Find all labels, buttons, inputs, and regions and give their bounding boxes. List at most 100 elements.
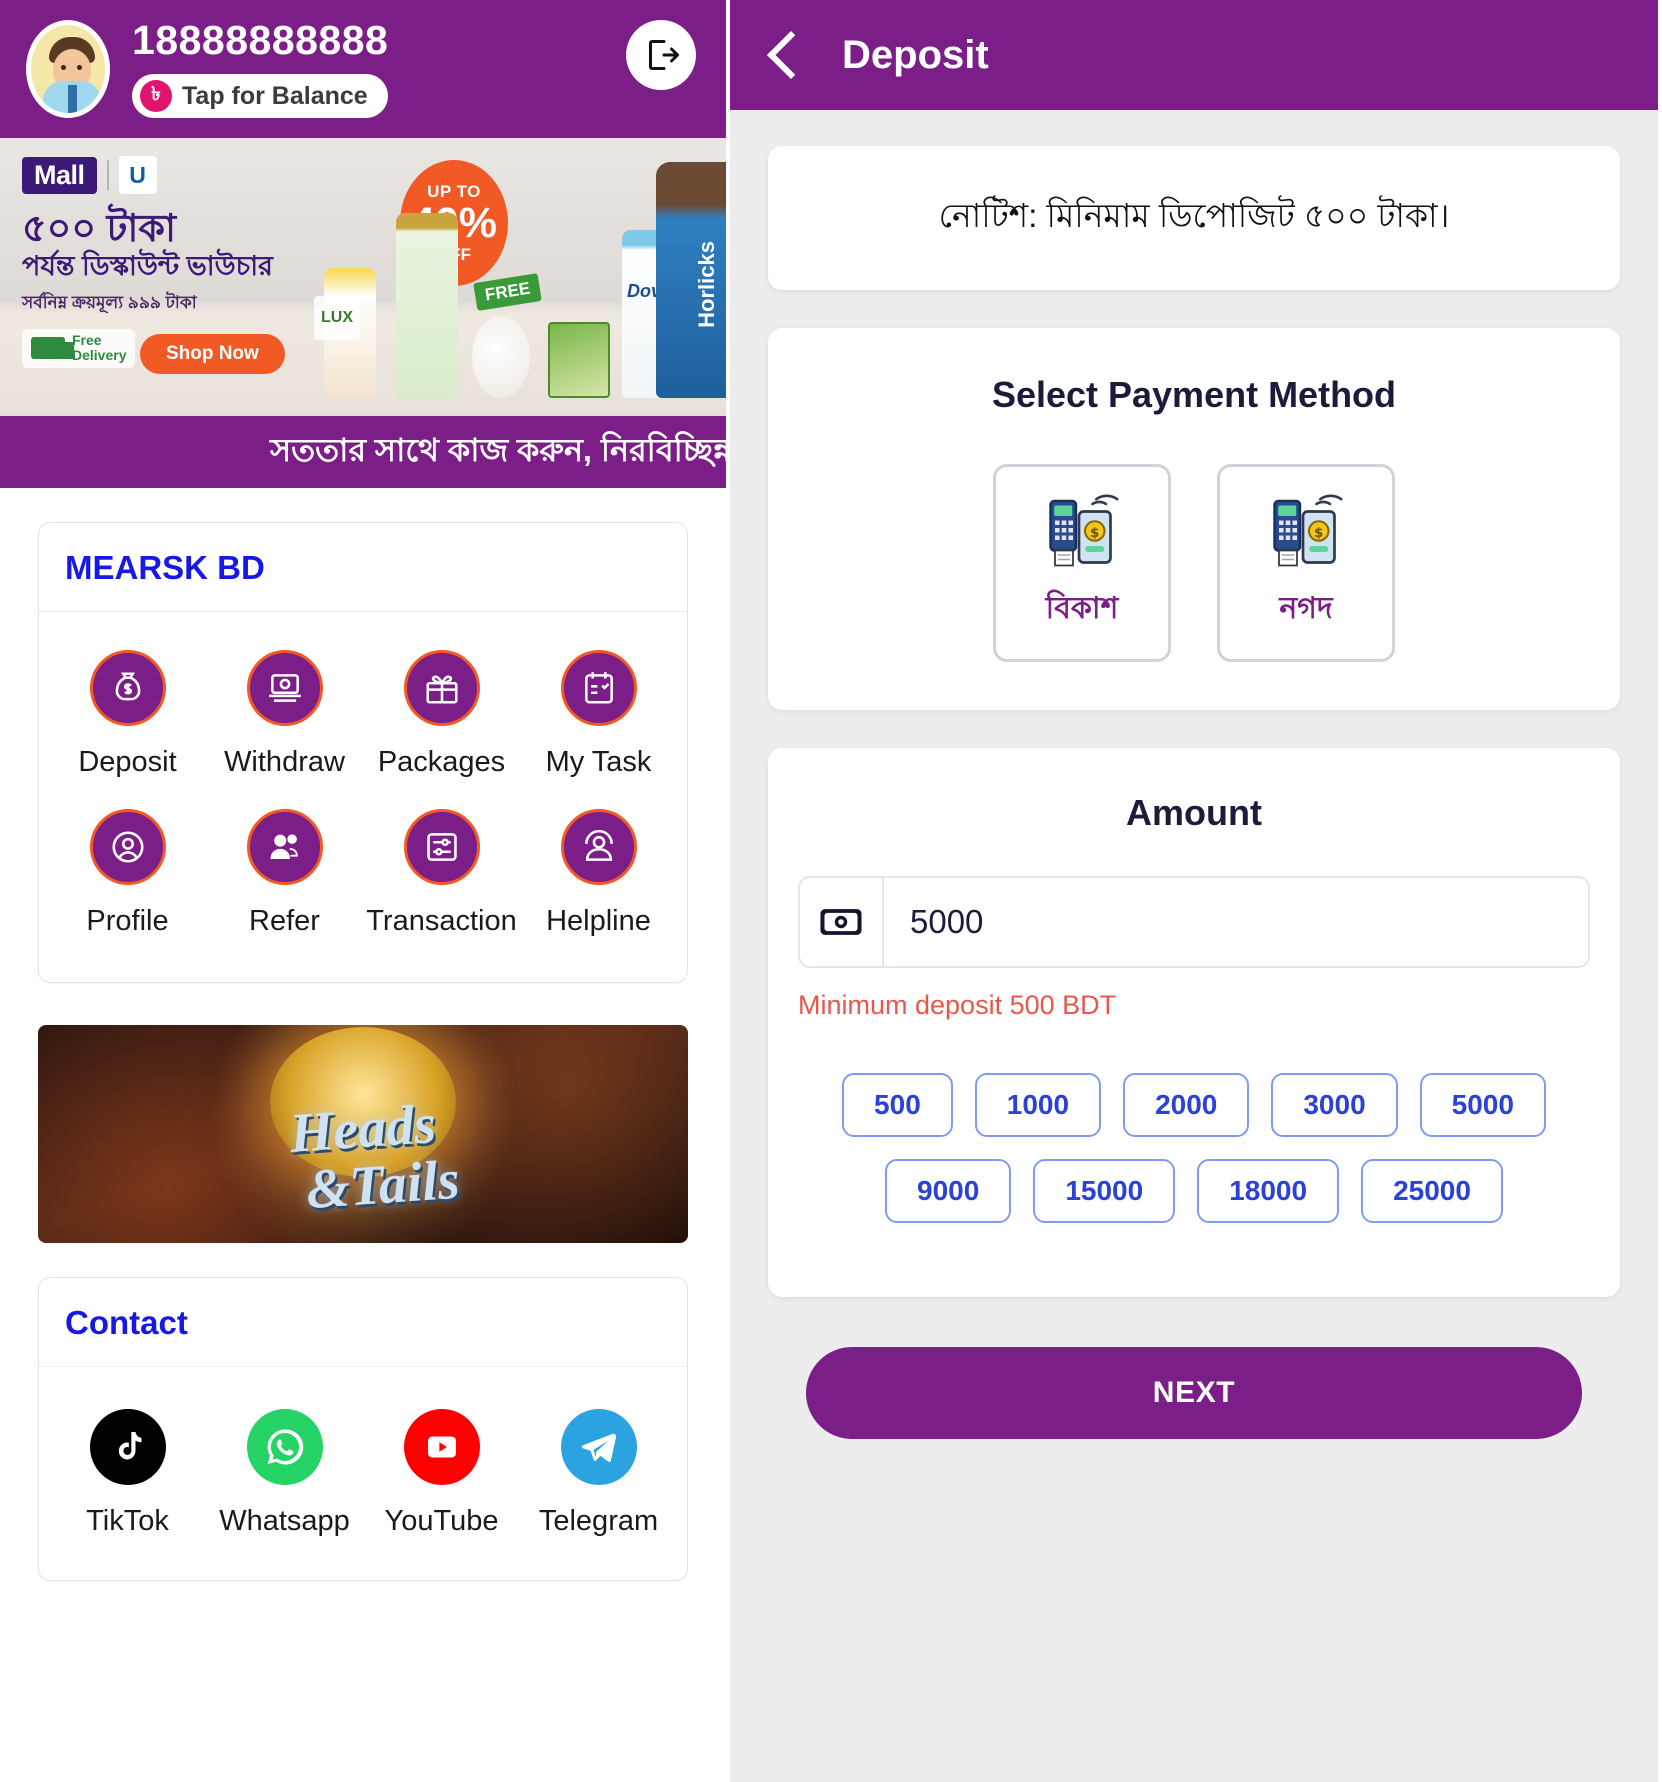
- quick-amount-3000[interactable]: 3000: [1271, 1073, 1398, 1137]
- menu-item-my-task[interactable]: My Task: [520, 638, 677, 797]
- menu-item-label: Refer: [249, 905, 320, 937]
- lux-label: LUX: [314, 296, 360, 340]
- contact-item-label: YouTube: [384, 1505, 499, 1537]
- page-title: Deposit: [842, 32, 989, 77]
- menu-item-refer[interactable]: Refer: [206, 797, 363, 956]
- payment-option-label: নগদ: [1279, 591, 1333, 625]
- user-circle-icon: [89, 809, 166, 885]
- amount-card: Amount Minimum deposit 500 BDT: [768, 748, 1620, 1297]
- banknote-icon: [800, 878, 884, 966]
- shop-now-button[interactable]: Shop Now: [139, 334, 285, 375]
- menu-item-profile[interactable]: Profile: [49, 797, 206, 956]
- menu-card: MEARSK BD Deposit Withdraw Packages My T…: [38, 522, 688, 983]
- marquee-text: সততার সাথে কাজ করুন, নিরবিচ্ছিন্ন: [270, 432, 726, 468]
- notice-text: নোটিশ: মিনিমাম ডিপোজিট ৫০০ টাকা।: [938, 197, 1450, 234]
- notice-card: নোটিশ: মিনিমাম ডিপোজিট ৫০০ টাকা।: [768, 146, 1620, 290]
- payment-option-nagad[interactable]: $ নগদ: [1217, 464, 1395, 662]
- quick-amount-15000[interactable]: 15000: [1033, 1159, 1176, 1223]
- chevron-left-icon[interactable]: [766, 30, 816, 80]
- menu-item-label: Packages: [377, 746, 506, 778]
- next-button[interactable]: NEXT: [806, 1347, 1582, 1439]
- menu-item-packages[interactable]: Packages: [363, 638, 520, 797]
- quick-amount-500[interactable]: 500: [842, 1073, 953, 1137]
- free-delivery-line1: Free: [72, 332, 102, 349]
- contact-item-youtube[interactable]: YouTube: [363, 1397, 520, 1556]
- menu-item-withdraw[interactable]: Withdraw: [206, 638, 363, 797]
- menu-item-label: Transaction: [366, 905, 517, 937]
- refer-people-icon: [246, 809, 323, 885]
- promo-banner[interactable]: Mall U ৫০০ টাকা পর্যন্ত ডিস্কাউন্ট ভাউচা…: [0, 138, 726, 416]
- app-stage: 18888888888 ৳ Tap for Balance Mall U ৫০০…: [0, 0, 1662, 1782]
- menu-item-label: My Task: [545, 746, 652, 778]
- promo-headline: ৫০০ টাকা: [22, 208, 176, 250]
- menu-item-helpline[interactable]: Helpline: [520, 797, 677, 956]
- svg-text:$: $: [1090, 525, 1099, 541]
- contact-item-label: Whatsapp: [219, 1505, 350, 1537]
- app-header: 18888888888 ৳ Tap for Balance: [0, 0, 726, 138]
- pos-terminal-mobile-icon: $: [1269, 492, 1343, 570]
- taka-icon: ৳: [140, 80, 172, 112]
- contact-item-tiktok[interactable]: TikTok: [49, 1397, 206, 1556]
- home-panel: 18888888888 ৳ Tap for Balance Mall U ৫০০…: [0, 0, 730, 1782]
- menu-item-deposit[interactable]: Deposit: [49, 638, 206, 797]
- payment-method-title: Select Payment Method: [991, 374, 1397, 415]
- quick-amount-row-1: 500 1000 2000 3000 5000: [798, 1073, 1590, 1137]
- divider: [106, 160, 109, 190]
- contact-item-whatsapp[interactable]: Whatsapp: [206, 1397, 363, 1556]
- contact-card-title: Contact: [39, 1278, 687, 1367]
- unilever-logo: U: [118, 156, 157, 194]
- whatsapp-icon: [246, 1409, 323, 1485]
- sliders-icon: [403, 809, 480, 885]
- home-content: MEARSK BD Deposit Withdraw Packages My T…: [0, 522, 726, 1581]
- pos-terminal-mobile-icon: $: [1045, 492, 1119, 570]
- menu-item-label: Deposit: [78, 746, 177, 778]
- tap-for-balance-label: Tap for Balance: [182, 81, 368, 110]
- menu-item-transaction[interactable]: Transaction: [363, 797, 520, 956]
- gift-icon: [403, 650, 480, 726]
- promo-min-price: সর্বনিম্ন ক্রয়মূল্য ৯৯৯ টাকা: [22, 293, 197, 313]
- money-bag-icon: [89, 650, 166, 726]
- free-delivery-badge: Free Delivery: [22, 329, 136, 368]
- announcement-marquee: সততার সাথে কাজ করুন, নিরবিচ্ছিন্ন: [0, 416, 726, 488]
- amount-input[interactable]: [884, 878, 1588, 966]
- header-text-block: 18888888888 ৳ Tap for Balance: [132, 20, 388, 118]
- telegram-icon: [560, 1409, 637, 1485]
- quick-amount-1000[interactable]: 1000: [974, 1073, 1102, 1137]
- deposit-body: নোটিশ: মিনিমাম ডিপোজিট ৫০০ টাকা। Select …: [730, 110, 1658, 1439]
- support-agent-icon: [560, 809, 637, 885]
- game-title-line2: &Tails: [304, 1148, 462, 1222]
- avatar[interactable]: [26, 20, 110, 118]
- truck-icon: [31, 337, 74, 360]
- deposit-header: Deposit: [730, 0, 1658, 110]
- contact-item-telegram[interactable]: Telegram: [520, 1397, 677, 1556]
- contact-card: Contact TikTok Whatsapp YouTube Telegram: [38, 1277, 688, 1581]
- payment-option-label: বিকাশ: [1045, 591, 1119, 625]
- quick-amount-9000[interactable]: 9000: [885, 1159, 1012, 1223]
- contact-item-label: Telegram: [538, 1505, 659, 1537]
- free-delivery-line2: Delivery: [72, 347, 127, 364]
- quick-amount-25000[interactable]: 25000: [1361, 1159, 1503, 1223]
- task-list-icon: [560, 650, 637, 726]
- quick-amount-2000[interactable]: 2000: [1123, 1073, 1250, 1137]
- amount-title: Amount: [1126, 792, 1262, 833]
- quick-amount-5000[interactable]: 5000: [1419, 1073, 1546, 1137]
- promo-text-block: Mall U ৫০০ টাকা পর্যন্ত ডিস্কাউন্ট ভাউচা…: [22, 156, 352, 375]
- quick-amount-chips: 500 1000 2000 3000 5000 9000 15000 18000…: [798, 1073, 1590, 1223]
- horlicks-label: Horlicks: [694, 241, 719, 328]
- menu-item-label: Helpline: [546, 905, 651, 937]
- tap-for-balance-button[interactable]: ৳ Tap for Balance: [132, 74, 388, 118]
- game-banner[interactable]: Heads &Tails: [38, 1025, 688, 1243]
- promo-subline: পর্যন্ত ডিস্কাউন্ট ভাউচার: [22, 250, 273, 281]
- menu-item-label: Withdraw: [224, 746, 345, 778]
- phone-number: 18888888888: [132, 17, 389, 63]
- contact-grid: TikTok Whatsapp YouTube Telegram: [39, 1367, 687, 1580]
- logout-button[interactable]: [626, 20, 696, 90]
- quick-amount-18000[interactable]: 18000: [1197, 1159, 1340, 1223]
- game-banner-text: Heads &Tails: [266, 1093, 462, 1221]
- quick-amount-row-2: 9000 15000 18000 25000: [798, 1159, 1590, 1223]
- payment-method-card: Select Payment Method $ বিকাশ $ নগদ: [768, 328, 1620, 710]
- atm-cash-icon: [246, 650, 323, 726]
- deposit-panel: Deposit নোটিশ: মিনিমাম ডিপোজিট ৫০০ টাকা।…: [730, 0, 1658, 1782]
- payment-option-bkash[interactable]: $ বিকাশ: [993, 464, 1171, 662]
- amount-input-group: [798, 876, 1590, 968]
